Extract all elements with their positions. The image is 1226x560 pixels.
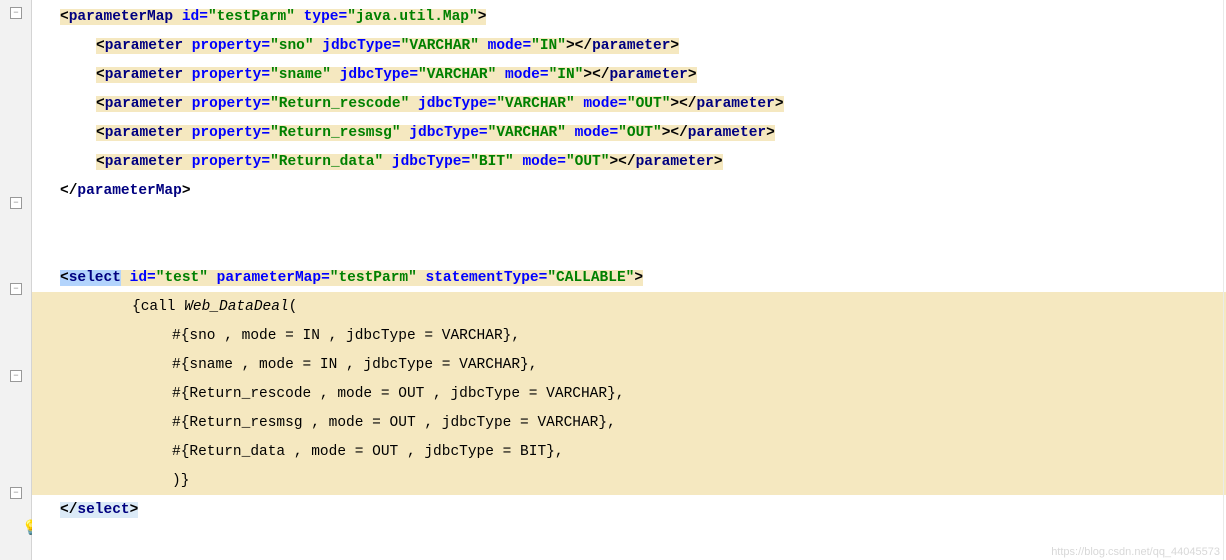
fold-icon[interactable]: − [10,197,22,209]
code-line[interactable] [32,234,1226,263]
code-line[interactable]: <select id="test" parameterMap="testParm… [32,263,1226,292]
watermark: https://blog.csdn.net/qq_44045573 [1051,546,1220,558]
code-line[interactable]: <parameterMap id="testParm" type="java.u… [32,2,1226,31]
code-line[interactable]: <parameter property="sname" jdbcType="VA… [32,60,1226,89]
tag-bracket: < [60,9,69,25]
code-line[interactable]: #{sname , mode = IN , jdbcType = VARCHAR… [32,350,1226,379]
tag-name: parameter [105,38,183,54]
code-line[interactable] [32,205,1226,234]
code-line[interactable]: <parameter property="Return_resmsg" jdbc… [32,118,1226,147]
code-line[interactable]: #{Return_resmsg , mode = OUT , jdbcType … [32,408,1226,437]
attr-name: type [304,9,339,25]
code-line[interactable]: {call Web_DataDeal( [32,292,1226,321]
attr-value: testParm [217,9,287,25]
attr-value: java.util.Map [356,9,469,25]
code-line[interactable]: )} [32,466,1226,495]
code-line[interactable]: #{Return_data , mode = OUT , jdbcType = … [32,437,1226,466]
scrollbar-area[interactable] [1223,0,1224,560]
code-line[interactable]: <parameter property="Return_rescode" jdb… [32,89,1226,118]
fold-icon[interactable]: − [10,370,22,382]
fold-icon[interactable]: − [10,7,22,19]
code-line[interactable]: #{Return_rescode , mode = OUT , jdbcType… [32,379,1226,408]
code-line[interactable]: <parameter property="Return_data" jdbcTy… [32,147,1226,176]
code-line[interactable]: </parameterMap> [32,176,1226,205]
code-line[interactable]: <parameter property="sno" jdbcType="VARC… [32,31,1226,60]
gutter: − − − − − 💡 [0,0,32,560]
fold-icon[interactable]: − [10,487,22,499]
fold-icon[interactable]: − [10,283,22,295]
code-line[interactable]: #{sno , mode = IN , jdbcType = VARCHAR}, [32,321,1226,350]
code-line[interactable]: </select> [32,495,1226,524]
tag-bracket: > [478,9,487,25]
tag-name: parameterMap [69,9,173,25]
code-editor[interactable]: <parameterMap id="testParm" type="java.u… [32,0,1226,560]
attr-name: id [182,9,199,25]
